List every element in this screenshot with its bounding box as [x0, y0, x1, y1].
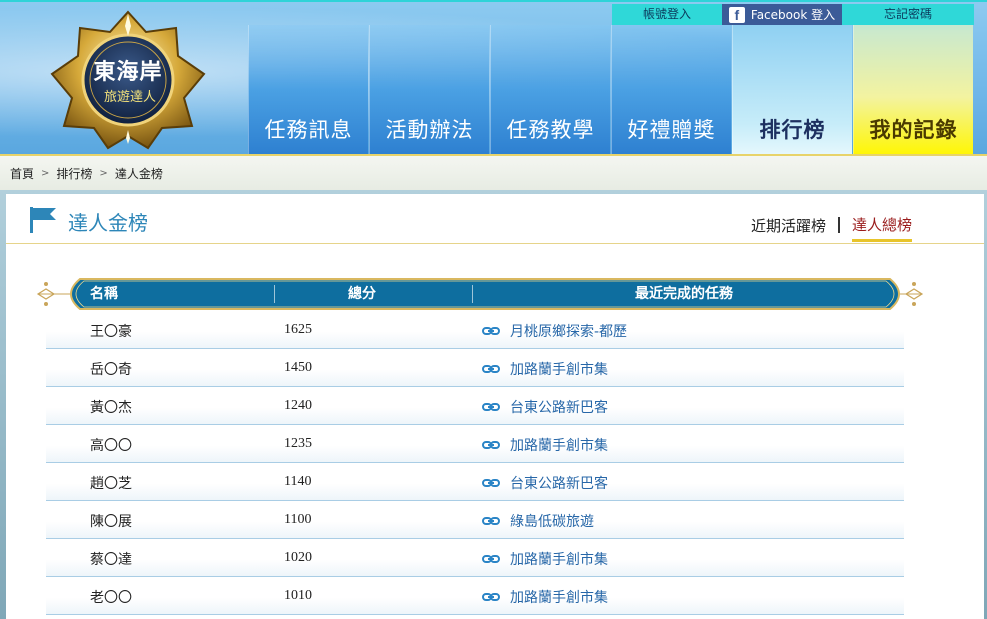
logo-subtitle: 旅遊達人: [103, 90, 156, 105]
cell-name: 趙〇芝: [90, 476, 132, 492]
table-row: 黃〇杰 1240 台東公路新巴客: [46, 387, 904, 425]
table-row: 岳〇奇 1450 加路蘭手創市集: [46, 349, 904, 387]
forgot-password-link[interactable]: 忘記密碼: [842, 4, 974, 25]
logo-title: 東海岸: [93, 59, 163, 85]
page-title: 達人金榜: [68, 211, 148, 235]
cell-name: 王〇豪: [90, 324, 132, 340]
table-row: 王〇豪 1625 月桃原鄉探索-都歷: [46, 311, 904, 349]
tab-total-ranking[interactable]: 達人總榜: [851, 214, 912, 242]
tab-divider: [837, 217, 840, 233]
cell-name: 蔡〇達: [90, 552, 132, 568]
task-link[interactable]: 月桃原鄉探索-都歷: [510, 321, 627, 341]
breadcrumb-ranking[interactable]: 排行榜: [56, 165, 92, 182]
cell-score: 1100: [284, 512, 312, 527]
facebook-login-label: Facebook 登入: [750, 8, 836, 22]
chain-link-icon: [482, 403, 500, 411]
chain-link-icon: [482, 517, 500, 525]
cell-score: 1240: [284, 398, 312, 413]
table-row: 陳〇展 1100 綠島低碳旅遊: [46, 501, 904, 539]
column-divider: [472, 285, 473, 303]
column-header-recent-task: 最近完成的任務: [635, 286, 733, 302]
table-header: 名稱 總分 最近完成的任務: [36, 277, 924, 311]
table-row: 高〇〇 1235 加路蘭手創市集: [46, 425, 904, 463]
nav-item-my-record[interactable]: 我的記錄: [853, 25, 973, 156]
cell-name: 高〇〇: [90, 438, 132, 454]
breadcrumb: 首頁 > 排行榜 > 達人金榜: [0, 154, 987, 190]
breadcrumb-separator: >: [41, 167, 50, 179]
nav-item-tutorial[interactable]: 任務教學: [490, 25, 610, 156]
task-link[interactable]: 綠島低碳旅遊: [510, 511, 594, 531]
column-header-name: 名稱: [90, 286, 118, 302]
table-row: 蔡〇達 1020 加路蘭手創市集: [46, 539, 904, 577]
table-header-ornament: [36, 278, 924, 310]
nav-item-missions[interactable]: 任務訊息: [248, 25, 368, 156]
chain-link-icon: [482, 441, 500, 449]
site-header: 東海岸 旅遊達人 帳號登入 f Facebook 登入 忘記密碼 任務訊息 活動…: [0, 0, 987, 156]
nav-item-ranking[interactable]: 排行榜: [732, 25, 852, 156]
nav-item-prizes[interactable]: 好禮贈獎: [611, 25, 731, 156]
account-login-link[interactable]: 帳號登入: [612, 4, 722, 25]
cell-score: 1020: [284, 550, 312, 565]
site-logo[interactable]: 東海岸 旅遊達人: [48, 10, 208, 150]
cell-task[interactable]: 台東公路新巴客: [482, 397, 608, 417]
task-link[interactable]: 加路蘭手創市集: [510, 435, 608, 455]
cell-name: 老〇〇: [90, 590, 132, 606]
tab-recent-active[interactable]: 近期活躍榜: [751, 215, 826, 242]
cell-score: 1140: [284, 474, 312, 489]
facebook-icon: f: [728, 6, 745, 23]
cell-task[interactable]: 綠島低碳旅遊: [482, 511, 594, 531]
table-row: 趙〇芝 1140 台東公路新巴客: [46, 463, 904, 501]
cell-task[interactable]: 加路蘭手創市集: [482, 549, 608, 569]
cell-score: 1235: [284, 436, 312, 451]
content-panel: 達人金榜 近期活躍榜 達人總榜 名稱 總分 最近完成的任務 王〇豪 1625 月…: [6, 194, 984, 619]
task-link[interactable]: 加路蘭手創市集: [510, 359, 608, 379]
column-divider: [274, 285, 275, 303]
cell-task[interactable]: 加路蘭手創市集: [482, 359, 608, 379]
flag-icon: [30, 207, 56, 233]
cell-name: 陳〇展: [90, 514, 132, 530]
chain-link-icon: [482, 593, 500, 601]
cell-task[interactable]: 加路蘭手創市集: [482, 435, 608, 455]
cell-score: 1450: [284, 360, 312, 375]
nav-item-rules[interactable]: 活動辦法: [369, 25, 489, 156]
panel-header: 達人金榜 近期活躍榜 達人總榜: [6, 194, 984, 244]
cell-name: 岳〇奇: [90, 362, 132, 378]
table-row: 老〇〇 1010 加路蘭手創市集: [46, 577, 904, 615]
cell-task[interactable]: 加路蘭手創市集: [482, 587, 608, 607]
cell-task[interactable]: 月桃原鄉探索-都歷: [482, 321, 627, 341]
chain-link-icon: [482, 479, 500, 487]
ranking-tabs: 近期活躍榜 達人總榜: [751, 214, 912, 242]
chain-link-icon: [482, 555, 500, 563]
task-link[interactable]: 加路蘭手創市集: [510, 549, 608, 569]
breadcrumb-current: 達人金榜: [114, 166, 163, 181]
ranking-table-body: 王〇豪 1625 月桃原鄉探索-都歷 岳〇奇 1450 加路蘭手創市集 黃〇杰 …: [46, 311, 904, 615]
task-link[interactable]: 加路蘭手創市集: [510, 587, 608, 607]
facebook-login-button[interactable]: f Facebook 登入: [722, 4, 842, 25]
task-link[interactable]: 台東公路新巴客: [510, 397, 608, 417]
column-header-score: 總分: [348, 286, 376, 302]
top-links-bar: 帳號登入 f Facebook 登入 忘記密碼: [612, 4, 974, 25]
main-nav: 任務訊息 活動辦法 任務教學 好禮贈獎 排行榜 我的記錄: [248, 25, 974, 156]
cell-score: 1010: [284, 588, 312, 603]
chain-link-icon: [482, 327, 500, 335]
cell-name: 黃〇杰: [90, 400, 132, 416]
breadcrumb-separator: >: [99, 167, 108, 179]
task-link[interactable]: 台東公路新巴客: [510, 473, 608, 493]
chain-link-icon: [482, 365, 500, 373]
cell-task[interactable]: 台東公路新巴客: [482, 473, 608, 493]
cell-score: 1625: [284, 322, 312, 337]
breadcrumb-home[interactable]: 首頁: [10, 165, 34, 182]
